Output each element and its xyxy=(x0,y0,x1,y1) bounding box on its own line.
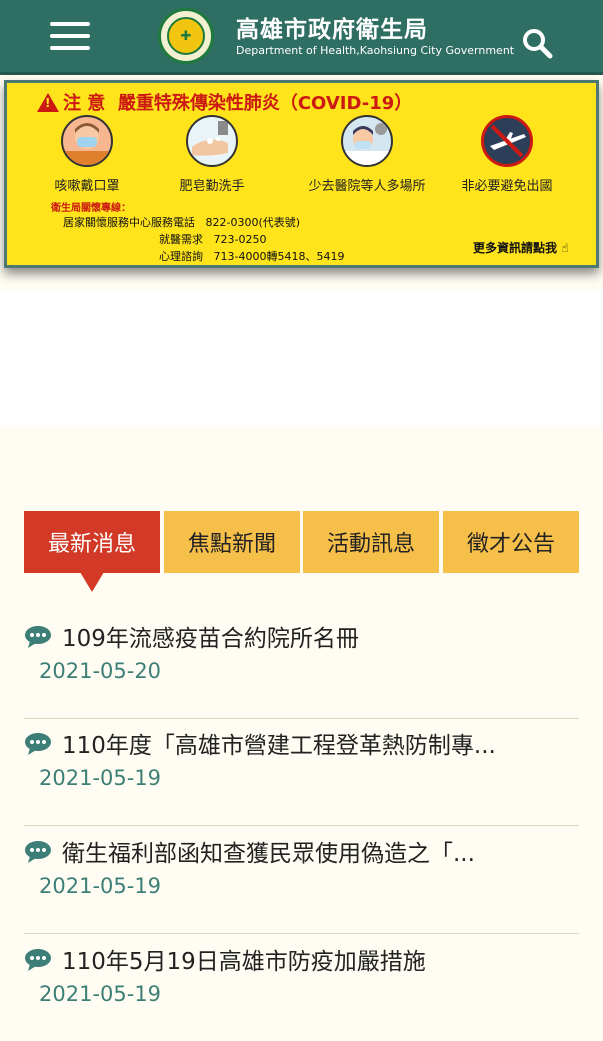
news-date: 2021-05-19 xyxy=(39,766,162,790)
hotline-heading: 衛生局關懷專線： xyxy=(51,203,131,214)
tip-hospital: 少去醫院等人多場所 xyxy=(297,115,437,194)
news-list-item[interactable]: 衛生福利部函知查獲民眾使用偽造之「... 2021-05-19 xyxy=(24,826,579,934)
more-info-label: 更多資訊請點我 xyxy=(473,241,558,255)
hotline-row: 居家關懷服務中心服務電話 822-0300(代表號) xyxy=(63,214,300,230)
chat-bubble-icon xyxy=(24,948,52,971)
news-list-item[interactable]: 109年流感疫苗合約院所名冊 2021-05-20 xyxy=(24,611,579,719)
hotline-number: 713-4000轉5418、5419 xyxy=(213,250,345,263)
news-date: 2021-05-19 xyxy=(39,982,162,1006)
pointing-hand-icon: ☝ xyxy=(561,241,569,255)
hamburger-menu-icon[interactable] xyxy=(50,22,90,52)
top-navigation-bar: ✚ 高雄市政府衛生局 Department of Health,Kaohsiun… xyxy=(0,0,603,75)
tab-featured-news[interactable]: 焦點新聞 xyxy=(164,511,300,573)
tip-label: 咳嗽戴口罩 xyxy=(54,179,120,194)
hotline-name: 心理諮詢 xyxy=(159,250,203,263)
tab-latest-news[interactable]: 最新消息 xyxy=(24,511,160,573)
news-title: 衛生福利部函知查獲民眾使用偽造之「... xyxy=(62,841,475,867)
notice-label: 注 意 xyxy=(63,93,106,114)
hand-wash-icon xyxy=(186,115,238,167)
hotline-row: 就醫需求 723-0250 xyxy=(159,231,266,247)
news-list-item[interactable]: 110年5月19日高雄市防疫加嚴措施 2021-05-19 xyxy=(24,934,579,1041)
kaohsiung-health-logo[interactable]: ✚ xyxy=(158,8,214,64)
chat-bubble-icon xyxy=(24,840,52,863)
news-title: 110年度「高雄市營建工程登革熱防制專... xyxy=(62,733,496,759)
covid-headline: 嚴重特殊傳染性肺炎（COVID-19） xyxy=(117,93,413,114)
news-title: 110年5月19日高雄市防疫加嚴措施 xyxy=(62,949,426,975)
news-list-item[interactable]: 110年度「高雄市營建工程登革熱防制專... 2021-05-19 xyxy=(24,718,579,826)
tip-no-travel: 非必要避免出國 xyxy=(447,115,567,194)
active-tab-pointer xyxy=(80,572,104,592)
hotline-row: 心理諮詢 713-4000轉5418、5419 xyxy=(159,248,344,264)
tip-label: 非必要避免出國 xyxy=(461,179,553,194)
chat-bubble-icon xyxy=(24,625,52,648)
banner-headline: 注 意 嚴重特殊傳染性肺炎（COVID-19） xyxy=(37,89,412,115)
chat-bubble-icon xyxy=(24,732,52,755)
tip-label: 少去醫院等人多場所 xyxy=(308,179,426,194)
tip-label: 肥皂勤洗手 xyxy=(179,179,245,194)
news-date: 2021-05-19 xyxy=(39,874,162,898)
warning-icon xyxy=(37,93,59,112)
no-flight-icon xyxy=(481,115,533,167)
tab-job-openings[interactable]: 徵才公告 xyxy=(443,511,579,573)
tab-events[interactable]: 活動訊息 xyxy=(303,511,439,573)
mask-person-icon xyxy=(61,115,113,167)
site-subtitle: Department of Health,Kaohsiung City Gove… xyxy=(236,44,515,57)
tip-mask: 咳嗽戴口罩 xyxy=(37,115,137,194)
search-icon[interactable] xyxy=(520,26,554,60)
hotline-name: 就醫需求 xyxy=(159,233,203,246)
hotline-name: 居家關懷服務中心服務電話 xyxy=(63,216,195,229)
hotline-number: 723-0250 xyxy=(213,233,267,246)
news-category-tabs: 最新消息 焦點新聞 活動訊息 徵才公告 xyxy=(24,511,579,573)
news-title: 109年流感疫苗合約院所名冊 xyxy=(62,626,359,652)
news-date: 2021-05-20 xyxy=(39,659,162,683)
hospital-crowd-icon xyxy=(341,115,393,167)
blank-spacer-area xyxy=(0,290,603,426)
tip-handwash: 肥皂勤洗手 xyxy=(162,115,262,194)
more-info-link[interactable]: 更多資訊請點我 ☝ xyxy=(473,239,569,256)
site-title[interactable]: 高雄市政府衛生局 xyxy=(236,10,428,44)
hotline-number: 822-0300(代表號) xyxy=(205,216,301,229)
covid-notice-banner[interactable]: 注 意 嚴重特殊傳染性肺炎（COVID-19） 咳嗽戴口罩 肥皂勤洗手 xyxy=(4,80,599,268)
